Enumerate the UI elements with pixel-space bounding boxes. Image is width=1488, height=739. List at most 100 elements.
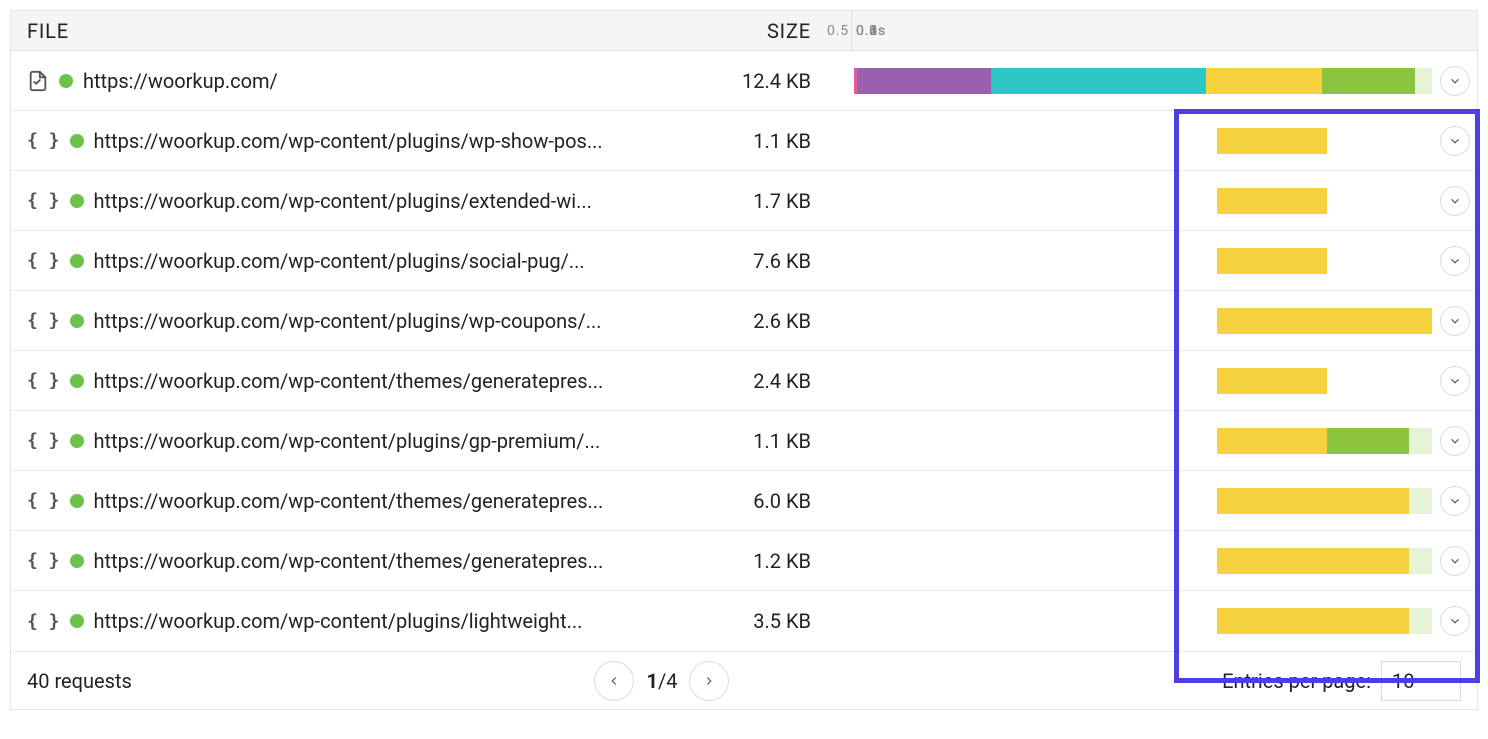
waterfall-segment: [1217, 428, 1327, 454]
waterfall-panel: FILE SIZE 0.0s0.1s0.2s0.3s0.4s0.5 https:…: [10, 10, 1478, 710]
cell-size: 1.1 KB: [631, 429, 851, 453]
table-row: { } https://woorkup.com/wp-content/themes…: [11, 351, 1477, 411]
waterfall-segment: [1322, 68, 1415, 94]
table-body: https://woorkup.com/12.4 KB{ }https://wo…: [11, 51, 1477, 651]
expand-row-button[interactable]: [1440, 366, 1470, 396]
waterfall-segment: [1415, 68, 1432, 94]
status-dot-icon: [70, 554, 84, 568]
status-dot-icon: [59, 74, 73, 88]
status-dot-icon: [70, 314, 84, 328]
waterfall-segment: [1409, 548, 1432, 574]
waterfall-track: [851, 608, 1432, 634]
file-url: https://woorkup.com/wp-content/plugins/w…: [94, 309, 602, 333]
waterfall-segment: [1409, 488, 1432, 514]
header-size: SIZE: [631, 19, 851, 43]
waterfall-segment: [857, 68, 991, 94]
waterfall-track: [851, 308, 1432, 334]
waterfall-segment: [1217, 548, 1409, 574]
expand-row-button[interactable]: [1440, 546, 1470, 576]
waterfall-track: [851, 68, 1432, 94]
status-dot-icon: [70, 194, 84, 208]
cell-waterfall: [851, 351, 1432, 410]
cell-waterfall: [851, 411, 1432, 470]
cell-waterfall: [851, 171, 1432, 230]
epp-select[interactable]: 10: [1381, 661, 1461, 701]
file-url: https://woorkup.com/wp-content/plugins/w…: [94, 129, 603, 153]
cell-file: https://woorkup.com/: [11, 69, 631, 93]
cell-file: { }https://woorkup.com/wp-content/plugin…: [11, 609, 631, 633]
waterfall-segment: [1217, 608, 1409, 634]
cell-waterfall: [851, 531, 1432, 590]
cell-file: { } https://woorkup.com/wp-content/themes…: [11, 489, 631, 513]
cell-size: 6.0 KB: [631, 489, 851, 513]
waterfall-segment: [1206, 68, 1322, 94]
timeline-tick: 0.5: [827, 11, 851, 50]
waterfall-track: [851, 548, 1432, 574]
table-footer: 40 requests 1/4 Entries per page: 10: [11, 651, 1477, 709]
expand-row-button[interactable]: [1440, 186, 1470, 216]
page-position: 1/4: [646, 669, 677, 693]
cell-file: { }https://woorkup.com/wp-content/plugin…: [11, 309, 631, 333]
waterfall-segment: [1217, 368, 1327, 394]
expand-row-button[interactable]: [1440, 246, 1470, 276]
table-row: { } https://woorkup.com/wp-content/plugin…: [11, 111, 1477, 171]
waterfall-track: [851, 248, 1432, 274]
cell-file: { } https://woorkup.com/wp-content/plugin…: [11, 129, 631, 153]
file-url: https://woorkup.com/wp-content/plugins/g…: [94, 429, 601, 453]
braces-icon: { }: [27, 550, 60, 571]
cell-size: 3.5 KB: [631, 609, 851, 633]
status-dot-icon: [70, 134, 84, 148]
cell-waterfall: [851, 471, 1432, 530]
status-dot-icon: [70, 614, 84, 628]
cell-waterfall: [851, 291, 1432, 350]
file-url: https://woorkup.com/: [83, 69, 278, 93]
file-url: https://woorkup.com/wp-content/themes/ge…: [94, 369, 604, 393]
timeline-tick: 0.4s: [851, 11, 886, 50]
epp-label: Entries per page:: [1222, 669, 1371, 693]
cell-file: { }https://woorkup.com/wp-content/themes…: [11, 549, 631, 573]
cell-file: { }https://woorkup.com/wp-content/plugin…: [11, 429, 631, 453]
header-timeline: 0.0s0.1s0.2s0.3s0.4s0.5: [851, 11, 1432, 50]
status-dot-icon: [70, 374, 84, 388]
cell-file: { }https://woorkup.com/wp-content/plugin…: [11, 189, 631, 213]
header-file: FILE: [11, 19, 631, 43]
braces-icon: { }: [27, 370, 60, 391]
file-url: https://woorkup.com/wp-content/plugins/s…: [94, 249, 585, 273]
cell-waterfall: [851, 231, 1432, 290]
cell-file: { } https://woorkup.com/wp-content/themes…: [11, 369, 631, 393]
expand-row-button[interactable]: [1440, 486, 1470, 516]
expand-row-button[interactable]: [1440, 126, 1470, 156]
expand-row-button[interactable]: [1440, 606, 1470, 636]
entries-per-page: Entries per page: 10: [1222, 661, 1461, 701]
braces-icon: { }: [27, 490, 60, 511]
waterfall-track: [851, 428, 1432, 454]
status-dot-icon: [70, 494, 84, 508]
status-dot-icon: [70, 434, 84, 448]
waterfall-segment: [1217, 128, 1327, 154]
waterfall-track: [851, 368, 1432, 394]
file-url: https://woorkup.com/wp-content/plugins/e…: [94, 189, 592, 213]
waterfall-track: [851, 128, 1432, 154]
prev-page-button[interactable]: [594, 661, 634, 701]
document-icon: [27, 70, 49, 92]
status-dot-icon: [70, 254, 84, 268]
waterfall-track: [851, 488, 1432, 514]
expand-row-button[interactable]: [1440, 306, 1470, 336]
cell-waterfall: [851, 591, 1432, 651]
waterfall-segment: [1409, 608, 1432, 634]
cell-size: 1.1 KB: [631, 129, 851, 153]
cell-file: { }https://woorkup.com/wp-content/plugin…: [11, 249, 631, 273]
waterfall-segment: [991, 68, 1206, 94]
cell-size: 1.7 KB: [631, 189, 851, 213]
table-row: { } https://woorkup.com/wp-content/themes…: [11, 471, 1477, 531]
braces-icon: { }: [27, 130, 60, 151]
expand-row-button[interactable]: [1440, 66, 1470, 96]
cell-size: 7.6 KB: [631, 249, 851, 273]
waterfall-segment: [1217, 488, 1409, 514]
waterfall-track: [851, 188, 1432, 214]
table-row: { }https://woorkup.com/wp-content/plugin…: [11, 591, 1477, 651]
expand-row-button[interactable]: [1440, 426, 1470, 456]
file-url: https://woorkup.com/wp-content/themes/ge…: [94, 489, 604, 513]
next-page-button[interactable]: [689, 661, 729, 701]
braces-icon: { }: [27, 611, 60, 632]
